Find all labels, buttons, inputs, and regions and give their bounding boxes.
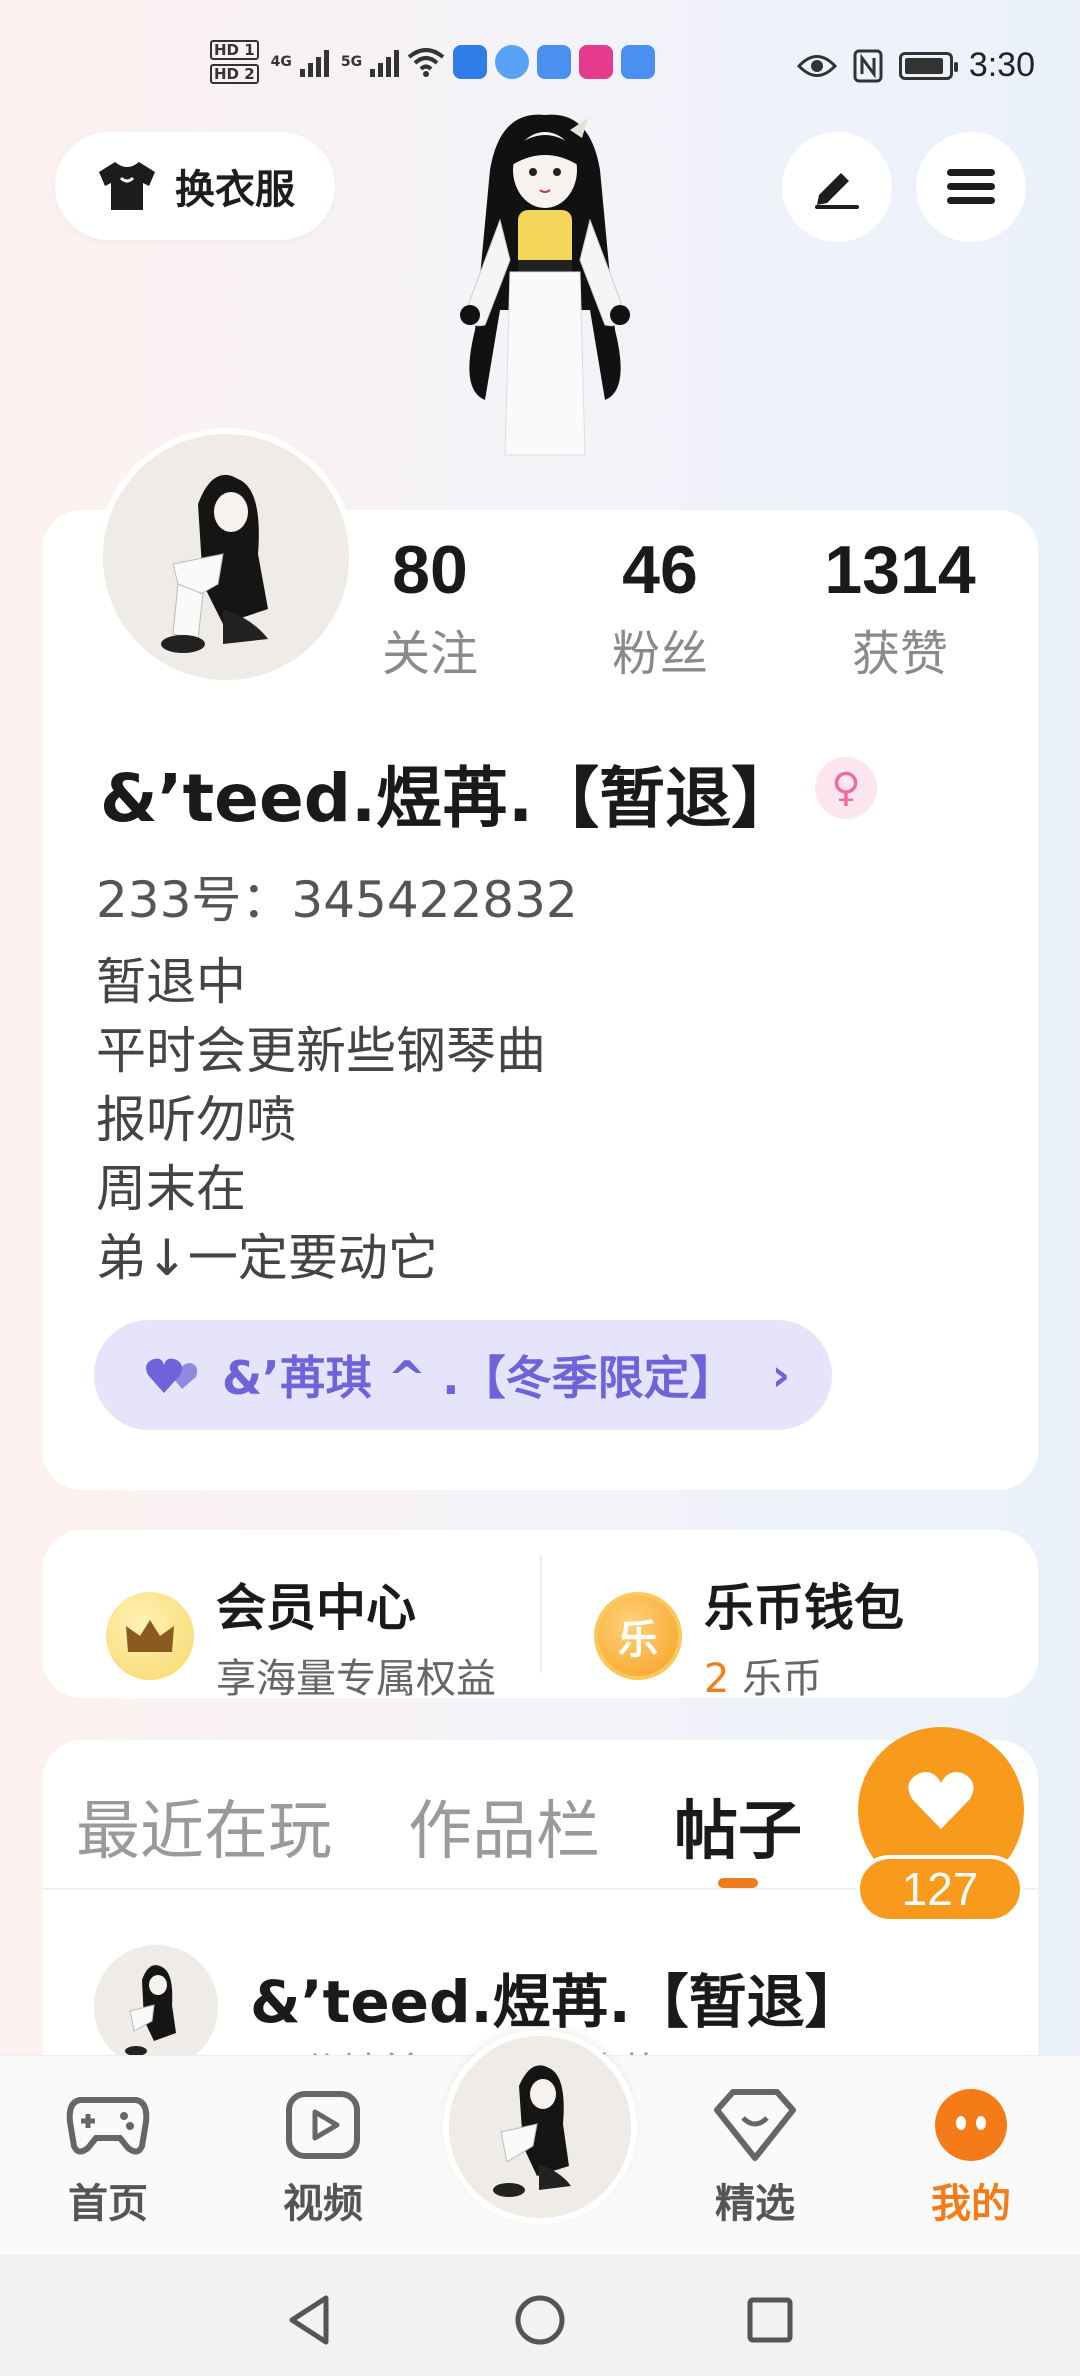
member-center-entry[interactable]: 会员中心 享海量专属权益 — [106, 1568, 496, 1704]
bio-line: 弟↓一定要动它 — [96, 1229, 438, 1287]
likes-received-count: 1314 — [824, 532, 976, 608]
post-author-avatar[interactable] — [94, 1945, 218, 2069]
heart-icon — [908, 1772, 974, 1829]
nav-center-avatar[interactable] — [443, 2030, 637, 2224]
status-left: HD 1 HD 2 4G 5G — [210, 40, 656, 84]
tab-posts[interactable]: 帖子 — [674, 1780, 802, 1872]
chevron-right-icon: › — [771, 1350, 790, 1401]
home-circle-icon — [515, 2295, 565, 2345]
face-icon — [891, 2085, 1051, 2165]
menu-icon — [947, 169, 995, 204]
cloud-icon — [537, 45, 572, 79]
heart-chat-icon — [675, 2085, 835, 2165]
following-label: 关注 — [381, 626, 478, 682]
wallet-amount: 2 — [704, 1656, 730, 1702]
back-button[interactable] — [280, 2290, 340, 2350]
clock: 3:30 — [968, 46, 1035, 84]
play-icon — [243, 2085, 403, 2165]
recents-square-icon — [747, 2297, 793, 2343]
followers-label: 粉丝 — [611, 626, 708, 682]
network-type-1: 4G — [270, 54, 292, 70]
back-triangle-icon — [289, 2295, 329, 2345]
wallet-balance: 2 乐币 — [704, 1646, 904, 1704]
cloud-icon — [621, 45, 656, 79]
eye-icon — [796, 54, 837, 77]
following-count: 80 — [392, 532, 468, 608]
bio-line: 周末在 — [96, 1160, 246, 1218]
change-outfit-button[interactable]: 换衣服 — [55, 132, 335, 240]
member-center-subtitle: 享海量专属权益 — [216, 1656, 496, 1702]
app-notification-icon — [453, 45, 488, 79]
avatar-image — [103, 434, 349, 680]
divider — [540, 1555, 542, 1673]
nav-video-label: 视频 — [283, 2181, 363, 2227]
gamepad-icon — [28, 2085, 188, 2165]
tab-works[interactable]: 作品栏 — [408, 1780, 600, 1872]
stat-following[interactable]: 80 关注 — [355, 530, 505, 684]
edit-icon — [815, 173, 859, 209]
home-button[interactable] — [510, 2290, 570, 2350]
active-tab-indicator — [718, 1878, 758, 1888]
avatar-image — [449, 2036, 631, 2218]
member-center-title: 会员中心 — [216, 1579, 416, 1637]
tab-recent-play[interactable]: 最近在玩 — [76, 1780, 332, 1872]
battery-icon — [898, 51, 958, 80]
female-gender-icon: ♀ — [815, 757, 877, 819]
le-coin-icon: 乐 — [594, 1592, 682, 1680]
nav-home-label: 首页 — [68, 2181, 148, 2227]
wallet-unit: 乐币 — [742, 1656, 823, 1702]
bio-line: 报听勿喷 — [96, 1091, 296, 1149]
hd1-badge: HD 1 — [210, 40, 259, 60]
crown-icon — [106, 1592, 194, 1680]
nav-featured[interactable]: 精选 — [675, 2085, 835, 2229]
app-notification-icon — [579, 45, 614, 79]
hd-indicators: HD 1 HD 2 — [210, 40, 259, 84]
bio-line: 暂退中 — [96, 953, 246, 1011]
stat-likes[interactable]: 1314 获赞 — [800, 530, 1000, 684]
status-right: 3:30 — [796, 46, 1035, 85]
user-id[interactable]: 233号：345422832 — [96, 860, 578, 932]
network-type-2: 5G — [340, 54, 363, 70]
followers-count: 46 — [622, 532, 698, 608]
menu-button[interactable] — [916, 132, 1026, 242]
signal-icon — [299, 47, 329, 77]
hearts-icon — [146, 1358, 198, 1393]
nav-featured-label: 精选 — [715, 2181, 795, 2227]
recents-button[interactable] — [740, 2290, 800, 2350]
avatar-image — [94, 1945, 218, 2069]
post-author-name[interactable]: &’teed.煜苒.【暂退】 — [250, 1955, 863, 2039]
fan-group-pill[interactable]: &’苒琪 ^ .【冬季限定】 › — [94, 1320, 832, 1430]
app-notification-icon — [495, 45, 530, 79]
nfc-icon — [853, 49, 883, 82]
wifi-icon — [407, 48, 445, 77]
nav-video[interactable]: 视频 — [243, 2085, 403, 2229]
profile-avatar[interactable] — [97, 428, 355, 686]
stat-followers[interactable]: 46 粉丝 — [585, 530, 735, 684]
username: &’teed.煜苒.【暂退】 — [100, 760, 798, 837]
nav-mine[interactable]: 我的 — [891, 2085, 1051, 2229]
bio: 暂退中 平时会更新些钢琴曲 报听勿喷 周末在 弟↓一定要动它 — [96, 948, 546, 1293]
tshirt-icon — [99, 162, 155, 210]
signal-icon-2 — [370, 47, 400, 77]
fan-group-label: &’苒琪 ^ .【冬季限定】 — [222, 1351, 736, 1405]
like-count: 127 — [856, 1855, 1024, 1923]
nav-home[interactable]: 首页 — [28, 2085, 188, 2229]
avatar-character[interactable] — [430, 110, 660, 510]
hd2-badge: HD 2 — [210, 64, 259, 84]
change-outfit-label: 换衣服 — [175, 167, 295, 213]
wallet-title: 乐币钱包 — [704, 1579, 904, 1637]
likes-received-label: 获赞 — [851, 626, 948, 682]
edit-profile-button[interactable] — [782, 132, 892, 242]
nav-mine-label: 我的 — [931, 2181, 1011, 2227]
bio-line: 平时会更新些钢琴曲 — [96, 1022, 546, 1080]
wallet-entry[interactable]: 乐 乐币钱包 2 乐币 — [594, 1568, 904, 1704]
